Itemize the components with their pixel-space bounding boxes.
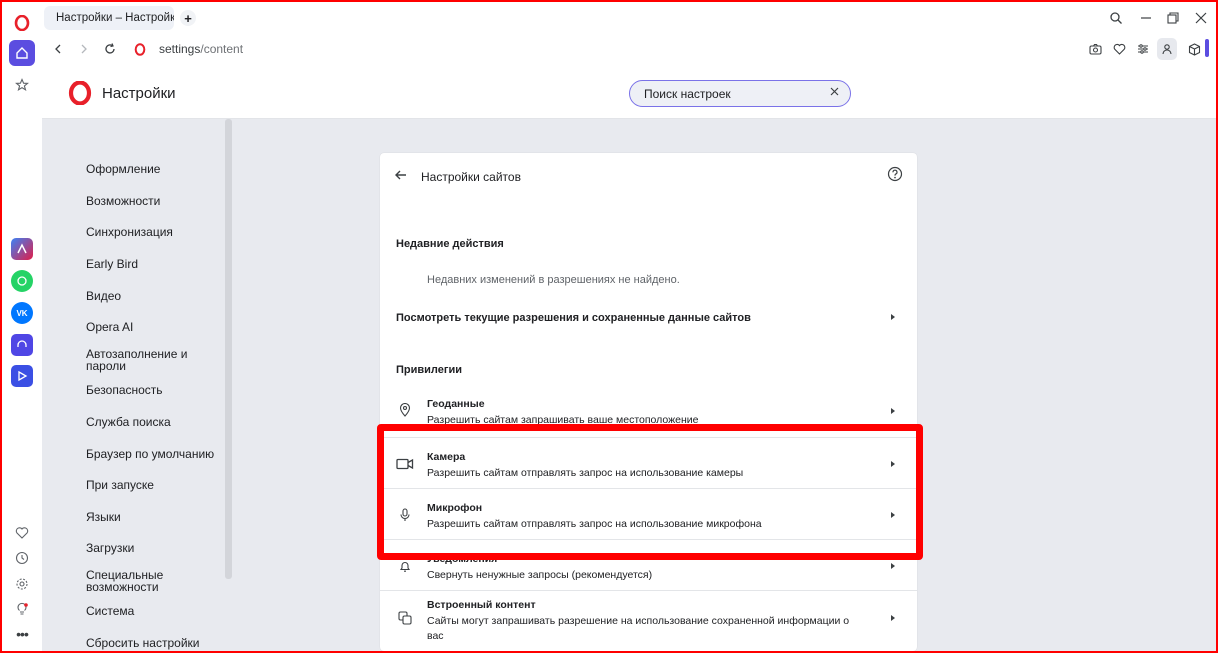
reload-icon[interactable] [102, 41, 118, 57]
page-title: Настройки [102, 84, 176, 102]
easy-setup-icon[interactable] [1135, 41, 1151, 57]
nav-item-system[interactable]: Система [86, 605, 226, 617]
opera-logo-icon[interactable] [9, 10, 35, 36]
view-permissions-row[interactable]: Посмотреть текущие разрешения и сохранен… [380, 300, 917, 334]
permission-title: Микрофон [427, 502, 483, 514]
nav-item-default-browser[interactable]: Браузер по умолчанию [86, 448, 226, 460]
vk-icon[interactable]: VK [11, 302, 33, 324]
permission-row-camera[interactable]: Камера Разрешить сайтам отправлять запро… [380, 437, 917, 488]
settings-search-input[interactable]: Поиск настроек [629, 80, 851, 107]
permission-subtitle: Сайты могут запрашивать разрешение на ис… [427, 615, 850, 627]
more-icon[interactable]: ••• [9, 621, 35, 647]
site-settings-card: Настройки сайтов Недавние действия Недав… [380, 153, 917, 651]
chevron-right-icon [891, 615, 895, 621]
nav-item-languages[interactable]: Языки [86, 511, 226, 523]
search-tabs-icon[interactable] [1106, 8, 1126, 28]
opera-logo-icon [68, 81, 92, 105]
nav-item-opera-ai[interactable]: Opera AI [86, 321, 226, 333]
nav-item-accessibility[interactable]: Специальные возможности [86, 569, 186, 593]
permission-row-location[interactable]: Геоданные Разрешить сайтам запрашивать в… [380, 386, 917, 437]
url-host: settings [159, 42, 201, 56]
search-value: Поиск настроек [644, 86, 731, 101]
minimize-icon[interactable] [1136, 8, 1156, 28]
nav-scrollbar[interactable] [225, 119, 232, 579]
music-player-icon[interactable] [11, 334, 33, 356]
browser-sidebar: VK ••• [2, 2, 42, 651]
nav-item-downloads[interactable]: Загрузки [86, 542, 226, 554]
permission-title: Геоданные [427, 398, 485, 410]
new-tab-button[interactable]: + [180, 10, 196, 26]
profile-icon[interactable] [1157, 38, 1177, 60]
chevron-right-icon [891, 461, 895, 467]
chevron-right-icon [891, 408, 895, 414]
lightbulb-icon[interactable] [9, 596, 35, 622]
address-bar-field: settings/content [44, 34, 1180, 64]
permission-subtitle: Разрешить сайтам запрашивать ваше местоп… [427, 414, 699, 426]
microphone-icon [396, 506, 414, 524]
back-arrow-icon[interactable] [393, 167, 409, 183]
player-icon[interactable] [11, 365, 33, 387]
camera-snapshot-icon[interactable] [1087, 41, 1103, 57]
home-icon[interactable] [9, 40, 35, 66]
history-icon[interactable] [9, 545, 35, 571]
bookmark-heart-icon[interactable] [1111, 41, 1127, 57]
sidebar-indicator [1205, 39, 1209, 57]
recent-heading: Недавние действия [396, 238, 504, 250]
permission-subtitle: Разрешить сайтам отправлять запрос на ис… [427, 518, 762, 530]
permission-title: Уведомления [427, 553, 498, 565]
nav-item-security[interactable]: Безопасность [86, 384, 226, 396]
tab-settings[interactable]: Настройки – Настройки са [44, 6, 174, 30]
help-icon[interactable] [887, 166, 903, 182]
chevron-right-icon [891, 314, 895, 320]
nav-item-early-bird[interactable]: Early Bird [86, 258, 226, 270]
heart-icon[interactable] [9, 520, 35, 546]
nav-item-features[interactable]: Возможности [86, 195, 226, 207]
aria-app-icon[interactable] [11, 238, 33, 260]
chevron-right-icon [891, 563, 895, 569]
clear-search-icon[interactable] [829, 86, 840, 97]
nav-item-video[interactable]: Видео [86, 290, 226, 302]
permission-row-embedded-content[interactable]: Встроенный контент Сайты могут запрашива… [380, 590, 917, 651]
close-window-icon[interactable] [1191, 8, 1211, 28]
back-icon[interactable] [50, 41, 66, 57]
settings-page: Настройки Поиск настроек Оформление Возм… [42, 66, 1216, 651]
nav-item-on-startup[interactable]: При запуске [86, 479, 226, 491]
nav-item-sync[interactable]: Синхронизация [86, 226, 226, 238]
permission-row-notifications[interactable]: Уведомления Свернуть ненужные запросы (р… [380, 539, 917, 590]
permission-subtitle: Свернуть ненужные запросы (рекомендуется… [427, 569, 653, 581]
settings-brand: Настройки [68, 81, 176, 105]
star-icon[interactable] [9, 72, 35, 98]
settings-nav: Оформление Возможности Синхронизация Ear… [42, 119, 234, 651]
embedded-content-icon [396, 609, 414, 627]
nav-item-search-engine[interactable]: Служба поиска [86, 416, 226, 428]
settings-header: Настройки Поиск настроек [42, 66, 1216, 119]
forward-icon[interactable] [76, 41, 92, 57]
gear-icon[interactable] [9, 571, 35, 597]
nav-item-appearance[interactable]: Оформление [86, 163, 226, 175]
privileges-heading: Привилегии [396, 364, 462, 376]
url-text[interactable]: settings/content [159, 42, 243, 56]
view-permissions-label: Посмотреть текущие разрешения и сохранен… [396, 312, 751, 324]
extensions-cube-icon[interactable] [1186, 41, 1202, 57]
url-path: /content [200, 42, 244, 56]
permission-title: Встроенный контент [427, 599, 536, 611]
video-camera-icon [396, 455, 414, 473]
permission-subtitle-line2: вас [427, 630, 444, 642]
address-bar: settings/content [42, 32, 1216, 66]
chevron-right-icon [891, 512, 895, 518]
restore-icon[interactable] [1163, 8, 1183, 28]
card-title: Настройки сайтов [421, 170, 521, 184]
bell-icon [396, 557, 414, 575]
tab-bar: Настройки – Настройки са + [42, 2, 1216, 32]
permission-subtitle: Разрешить сайтам отправлять запрос на ис… [427, 467, 744, 479]
permission-title: Камера [427, 451, 466, 463]
tab-title: Настройки – Настройки са [56, 12, 174, 24]
permission-row-microphone[interactable]: Микрофон Разрешить сайтам отправлять зап… [380, 488, 917, 539]
nav-item-reset[interactable]: Сбросить настройки [86, 637, 226, 649]
recent-empty-text: Недавних изменений в разрешениях не найд… [427, 274, 680, 286]
whatsapp-icon[interactable] [11, 270, 33, 292]
opera-badge-icon [132, 41, 148, 57]
location-pin-icon [396, 401, 414, 419]
nav-item-autofill[interactable]: Автозаполнение и пароли [86, 348, 196, 372]
